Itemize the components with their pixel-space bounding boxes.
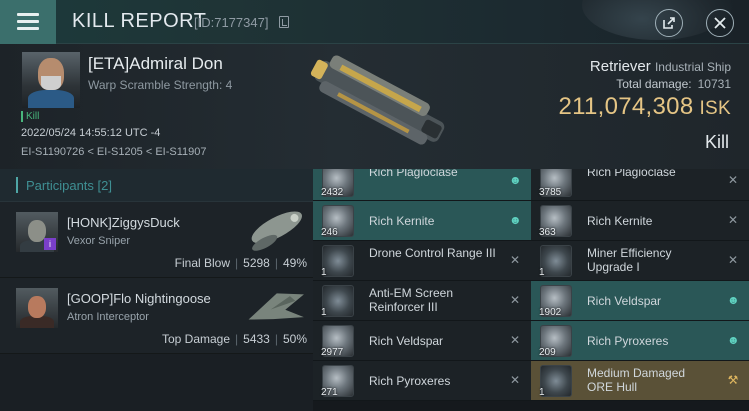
total-damage-label: Total damage: [616, 77, 692, 91]
kill-datetime: 2022/05/24 14:55:12 UTC -4 [21, 127, 161, 139]
x-icon: ✕ [727, 173, 739, 187]
item-row[interactable]: 1 Drone Control Range III ✕ [313, 241, 531, 281]
participant-role: Top Damage [161, 332, 231, 346]
item-quantity: 363 [539, 227, 556, 238]
participant-role: Final Blow [174, 256, 231, 270]
isk-value: 211,074,308 ISK [558, 93, 731, 121]
item-name: Rich Veldspar [369, 334, 444, 348]
item-name: Drone Control Range III [369, 246, 496, 260]
total-damage: Total damage: 10731 [616, 77, 731, 91]
menu-button[interactable] [0, 0, 56, 44]
participants-count: [2] [97, 178, 113, 193]
participant-ship: Vexor Sniper [67, 235, 130, 247]
kill-tag: Kill [21, 111, 39, 122]
person-icon: ☻ [509, 213, 522, 227]
item-row[interactable]: 1 Miner Efficiency Upgrade I ✕ [531, 241, 749, 281]
participant-row[interactable]: [GOOP]Flo Nightingoose Atron Interceptor… [0, 278, 313, 354]
participant-stats: Final Blow | 5298 | 49% [174, 256, 307, 270]
item-quantity: 3785 [539, 187, 562, 198]
item-row[interactable]: 209 Rich Pyroxeres ☻ [531, 321, 749, 361]
warp-scramble-strength: Warp Scramble Strength: 4 [88, 78, 233, 92]
header-bar: KILL REPORT [ID:7177347] [0, 0, 749, 44]
participant-damage: 5298 [243, 256, 270, 270]
close-icon [714, 17, 726, 29]
item-quantity: 1 [539, 387, 545, 398]
item-row[interactable]: 2432 Rich Plagioclase ☻ [313, 169, 531, 201]
wrench-icon: ⚒ [727, 373, 739, 387]
victim-ship-class: Industrial Ship [654, 60, 731, 74]
item-row[interactable]: 363 Rich Kernite ✕ [531, 201, 749, 241]
item-quantity: 2432 [321, 187, 344, 198]
item-quantity: 1 [321, 307, 327, 318]
item-row[interactable]: 246 Rich Kernite ☻ [313, 201, 531, 241]
person-icon: ☻ [727, 293, 740, 307]
participant-stats: Top Damage | 5433 | 50% [161, 332, 307, 346]
item-quantity: 271 [321, 387, 338, 398]
participant-percent: 50% [282, 332, 307, 346]
participants-panel: Participants [2] i [HONK]ZiggysDuck Vexo… [0, 169, 313, 411]
avatar [16, 288, 58, 328]
item-quantity: 1902 [539, 307, 562, 318]
item-quantity: 246 [321, 227, 338, 238]
page-title: KILL REPORT [72, 10, 207, 32]
participant-ship-image [248, 293, 304, 320]
isk-unit: ISK [699, 98, 731, 119]
item-name: Miner Efficiency Upgrade I [587, 246, 672, 274]
item-row[interactable]: 2977 Rich Veldspar ✕ [313, 321, 531, 361]
item-name: Medium Damaged ORE Hull [587, 366, 686, 394]
share-button[interactable] [655, 9, 683, 37]
x-icon: ✕ [509, 333, 521, 347]
item-row[interactable]: 271 Rich Pyroxeres ✕ [313, 361, 531, 401]
victim-ship-name: Retriever [589, 58, 651, 75]
x-icon: ✕ [509, 373, 521, 387]
item-name: Anti-EM Screen Reinforcer III [369, 286, 454, 314]
total-damage-value: 10731 [697, 77, 731, 91]
participant-damage: 5433 [243, 332, 270, 346]
item-row[interactable]: 1 Anti-EM Screen Reinforcer III ✕ [313, 281, 531, 321]
item-quantity: 209 [539, 347, 556, 358]
item-name: Rich Plagioclase [369, 169, 458, 179]
share-icon [663, 17, 675, 29]
victim-name[interactable]: [ETA]Admiral Don [88, 54, 223, 74]
kill-id: [ID:7177347] [194, 15, 269, 30]
x-icon: ✕ [727, 253, 739, 267]
victim-avatar[interactable] [22, 52, 80, 108]
item-name: Rich Plagioclase [587, 169, 676, 179]
item-quantity: 1 [321, 267, 327, 278]
item-name: Rich Pyroxeres [587, 334, 669, 348]
x-icon: ✕ [509, 293, 521, 307]
info-badge-icon: i [44, 238, 56, 250]
item-quantity: 2977 [321, 347, 344, 358]
victim-ship-image[interactable] [298, 50, 458, 158]
isk-amount: 211,074,308 [558, 93, 694, 120]
item-name: Rich Veldspar [587, 294, 662, 308]
copy-icon[interactable] [279, 16, 289, 28]
x-icon: ✕ [509, 253, 521, 267]
participants-header[interactable]: Participants [2] [0, 169, 313, 202]
close-button[interactable] [706, 9, 734, 37]
item-name: Rich Pyroxeres [369, 374, 451, 388]
participant-row[interactable]: i [HONK]ZiggysDuck Vexor Sniper Final Bl… [0, 202, 313, 278]
person-icon: ☻ [727, 333, 740, 347]
item-name: Rich Kernite [587, 214, 653, 228]
item-row[interactable]: 3785 Rich Plagioclase ✕ [531, 169, 749, 201]
item-row[interactable]: 1902 Rich Veldspar ☻ [531, 281, 749, 321]
participant-name: [HONK]ZiggysDuck [67, 215, 180, 230]
item-quantity: 1 [539, 267, 545, 278]
kill-location[interactable]: EI-S1190726 < EI-S1205 < EI-S11907 [21, 146, 207, 158]
x-icon: ✕ [727, 213, 739, 227]
participant-ship-image [251, 211, 302, 251]
victim-ship[interactable]: Retriever Industrial Ship [590, 58, 731, 75]
person-icon: ☻ [509, 173, 522, 187]
item-name: Rich Kernite [369, 214, 435, 228]
victim-panel: [ETA]Admiral Don Warp Scramble Strength:… [0, 44, 749, 169]
result-label: Kill [704, 132, 729, 152]
items-column-right: 3785 Rich Plagioclase ✕ 363 Rich Kernite… [531, 169, 749, 411]
participant-ship: Atron Interceptor [67, 311, 149, 323]
items-column-left: 2432 Rich Plagioclase ☻ 246 Rich Kernite… [313, 169, 531, 411]
participant-percent: 49% [282, 256, 307, 270]
item-row[interactable]: 1 Medium Damaged ORE Hull ⚒ [531, 361, 749, 401]
participant-name: [GOOP]Flo Nightingoose [67, 291, 211, 306]
participants-title: Participants [2] [26, 178, 113, 193]
